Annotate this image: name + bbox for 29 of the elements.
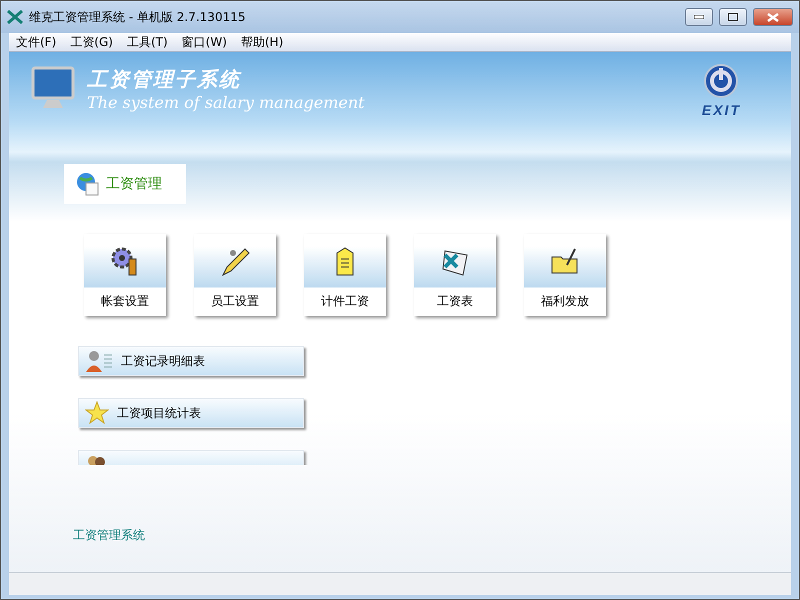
banner-subtitle: The system of salary management xyxy=(87,93,366,112)
menu-item[interactable]: 文件(F) xyxy=(9,33,64,51)
exit-button[interactable]: EXIT xyxy=(702,64,741,118)
person-card-icon xyxy=(85,349,113,373)
window-title: 维克工资管理系统 - 单机版 2.7.130115 xyxy=(29,8,246,26)
maximize-icon xyxy=(728,13,738,21)
banner-title: 工资管理子系统 xyxy=(87,66,242,93)
module-button[interactable]: 员工设置 xyxy=(194,234,276,316)
module-button[interactable]: 计件工资 xyxy=(304,234,386,316)
app-logo-icon xyxy=(7,10,23,24)
module-button[interactable]: 帐套设置 xyxy=(84,234,166,316)
menu-item[interactable]: 工资(G) xyxy=(63,33,120,51)
globe-document-icon xyxy=(76,172,100,196)
module-button[interactable]: 福利发放 xyxy=(524,234,606,316)
system-link[interactable]: 工资管理系统 xyxy=(73,527,145,544)
minimize-button[interactable] xyxy=(685,8,713,26)
module-button[interactable]: 工资表 xyxy=(414,234,496,316)
power-icon xyxy=(704,64,738,98)
close-button[interactable] xyxy=(753,8,793,26)
minimize-icon xyxy=(694,15,704,19)
tab[interactable]: 工资管理 xyxy=(64,164,186,204)
menu-item[interactable]: 工具(T) xyxy=(120,33,175,51)
maximize-button[interactable] xyxy=(719,8,747,26)
close-icon xyxy=(767,12,779,22)
report-button[interactable]: 工资项目统计表 xyxy=(78,398,304,428)
star-icon xyxy=(85,401,109,425)
menu-item[interactable]: 窗口(W) xyxy=(174,33,234,51)
menu-item[interactable]: 帮助(H) xyxy=(234,33,290,51)
report-button[interactable]: 工资记录明细表 xyxy=(78,346,304,376)
